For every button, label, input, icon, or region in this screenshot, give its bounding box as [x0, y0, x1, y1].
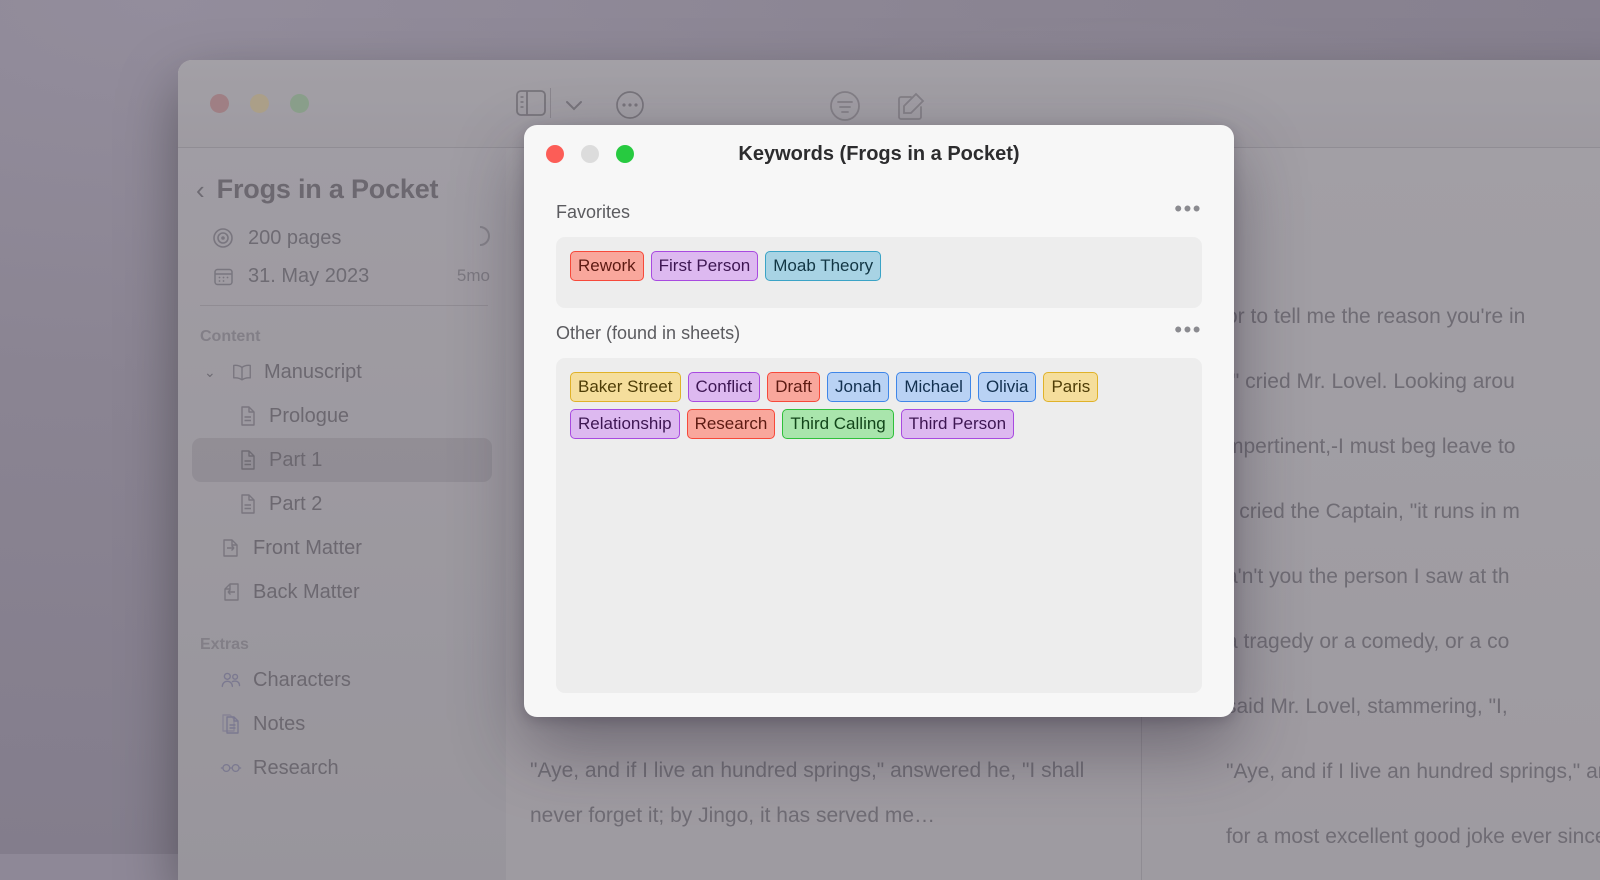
keyword-tag[interactable]: Jonah	[827, 372, 889, 402]
keyword-tag[interactable]: Third Calling	[782, 409, 893, 439]
compose-icon[interactable]	[895, 90, 927, 127]
keyword-tag[interactable]: Draft	[767, 372, 820, 402]
people-icon	[220, 669, 242, 691]
sidebar-divider	[200, 305, 488, 306]
keyword-tag[interactable]: Rework	[570, 251, 644, 281]
sidebar-item-manuscript[interactable]: ⌄ Manuscript	[192, 350, 492, 394]
favorites-section: Favorites ••• Rework First Person Moab T…	[524, 199, 1234, 308]
sidebar-section-extras-label: Extras	[200, 636, 506, 654]
keyword-tag[interactable]: Olivia	[978, 372, 1037, 402]
sidebar-item-label: Characters	[253, 669, 351, 692]
other-section-header: Other (found in sheets) •••	[524, 320, 1234, 346]
editor-paragraph: said Mr. Lovel, stammering, "I,	[1226, 684, 1600, 729]
other-section: Other (found in sheets) ••• Baker Street…	[524, 320, 1234, 693]
text-format-icon[interactable]	[829, 90, 861, 127]
editor-paragraph: "Aye, and if I live an hundred springs,"…	[530, 748, 1117, 838]
keyword-tag[interactable]: Moab Theory	[765, 251, 881, 281]
sidebar-item-label: Part 2	[269, 493, 322, 516]
keyword-tag[interactable]: Relationship	[570, 409, 680, 439]
meta-row-pages: 200 pages	[212, 219, 506, 257]
meta-date-ago: 5mo	[457, 266, 490, 286]
sidebar-item-back-matter[interactable]: Back Matter	[192, 570, 492, 614]
glasses-icon	[220, 757, 242, 779]
sidebar-section-content-label: Content	[200, 328, 506, 346]
sidebar-item-characters[interactable]: Characters	[192, 658, 492, 702]
sidebar-toggle-icon[interactable]	[516, 90, 546, 121]
editor-paragraph: for a most excellent good joke ever sinc…	[1226, 814, 1600, 859]
chevron-down-icon[interactable]	[561, 92, 587, 118]
sidebar-item-label: Prologue	[269, 405, 349, 428]
keywords-sheet-window[interactable]: Keywords (Frogs in a Pocket) Favorites •…	[524, 125, 1234, 717]
sidebar-item-notes[interactable]: Notes	[192, 702, 492, 746]
other-tag-list: Baker Street Conflict Draft Jonah Michae…	[570, 372, 1188, 439]
favorites-tag-box[interactable]: Rework First Person Moab Theory	[556, 237, 1202, 308]
editor-paragraph: or to tell me the reason you're in	[1226, 294, 1600, 339]
sidebar-item-label: Manuscript	[264, 361, 362, 384]
notes-icon	[220, 713, 242, 735]
document-icon	[236, 493, 258, 515]
app-sidebar[interactable]: ‹ Frogs in a Pocket 200 pages	[178, 148, 506, 880]
book-icon	[231, 361, 253, 383]
back-chevron-icon[interactable]: ‹	[196, 177, 205, 203]
sidebar-item-part-2[interactable]: Part 2	[192, 482, 492, 526]
progress-ring-icon	[470, 226, 490, 251]
meta-date-label: 31. May 2023	[248, 265, 443, 288]
sidebar-item-label: Part 1	[269, 449, 322, 472]
favorites-label: Favorites	[556, 202, 630, 223]
app-traffic-lights[interactable]	[210, 94, 309, 113]
chevron-down-icon[interactable]: ⌄	[204, 364, 220, 381]
keyword-tag[interactable]: Paris	[1043, 372, 1098, 402]
target-icon	[212, 227, 234, 249]
keyword-tag[interactable]: Third Person	[901, 409, 1014, 439]
toolbar-separator	[550, 88, 551, 118]
editor-paragraph: " cried the Captain, "it runs in m	[1226, 489, 1600, 534]
sidebar-project-header[interactable]: ‹ Frogs in a Pocket	[178, 148, 506, 205]
keyword-tag[interactable]: Michael	[896, 372, 971, 402]
more-circle-icon[interactable]	[615, 90, 645, 125]
editor-paragraph: a'n't you the person I saw at th	[1226, 554, 1600, 599]
meta-pages-label: 200 pages	[248, 227, 456, 250]
keyword-tag[interactable]: Conflict	[688, 372, 761, 402]
document-icon	[236, 449, 258, 471]
app-minimize-button[interactable]	[250, 94, 269, 113]
back-matter-icon	[220, 581, 242, 603]
app-zoom-button[interactable]	[290, 94, 309, 113]
meta-row-date: 31. May 2023 5mo	[212, 257, 506, 295]
sidebar-item-front-matter[interactable]: Front Matter	[192, 526, 492, 570]
app-close-button[interactable]	[210, 94, 229, 113]
keyword-tag[interactable]: First Person	[651, 251, 759, 281]
document-icon	[236, 405, 258, 427]
sidebar-item-prologue[interactable]: Prologue	[192, 394, 492, 438]
other-tag-box[interactable]: Baker Street Conflict Draft Jonah Michae…	[556, 358, 1202, 693]
sidebar-item-research[interactable]: Research	[192, 746, 492, 790]
favorites-section-header: Favorites •••	[524, 199, 1234, 225]
project-meta: 200 pages 31. May 2023 5mo	[178, 219, 506, 295]
keyword-tag[interactable]: Baker Street	[570, 372, 681, 402]
sheet-title: Keywords (Frogs in a Pocket)	[524, 125, 1234, 183]
editor-paragraph: a tragedy or a comedy, or a co	[1226, 619, 1600, 664]
front-matter-icon	[220, 537, 242, 559]
sidebar-item-part-1[interactable]: Part 1	[192, 438, 492, 482]
editor-paragraph: !" cried Mr. Lovel. Looking arou	[1226, 359, 1600, 404]
other-more-icon[interactable]: •••	[1174, 323, 1202, 343]
favorites-more-icon[interactable]: •••	[1174, 202, 1202, 222]
calendar-icon	[212, 265, 234, 287]
sidebar-item-label: Research	[253, 757, 339, 780]
sidebar-item-label: Notes	[253, 713, 305, 736]
project-title: Frogs in a Pocket	[217, 174, 439, 205]
other-label: Other (found in sheets)	[556, 323, 740, 344]
sidebar-item-label: Back Matter	[253, 581, 360, 604]
editor-paragraph: "Aye, and if I live an hundred springs,"…	[1226, 749, 1600, 794]
keyword-tag[interactable]: Research	[687, 409, 776, 439]
sidebar-item-label: Front Matter	[253, 537, 362, 560]
editor-paragraph: mpertinent,-I must beg leave to	[1226, 424, 1600, 469]
favorites-tag-list: Rework First Person Moab Theory	[570, 251, 1188, 281]
